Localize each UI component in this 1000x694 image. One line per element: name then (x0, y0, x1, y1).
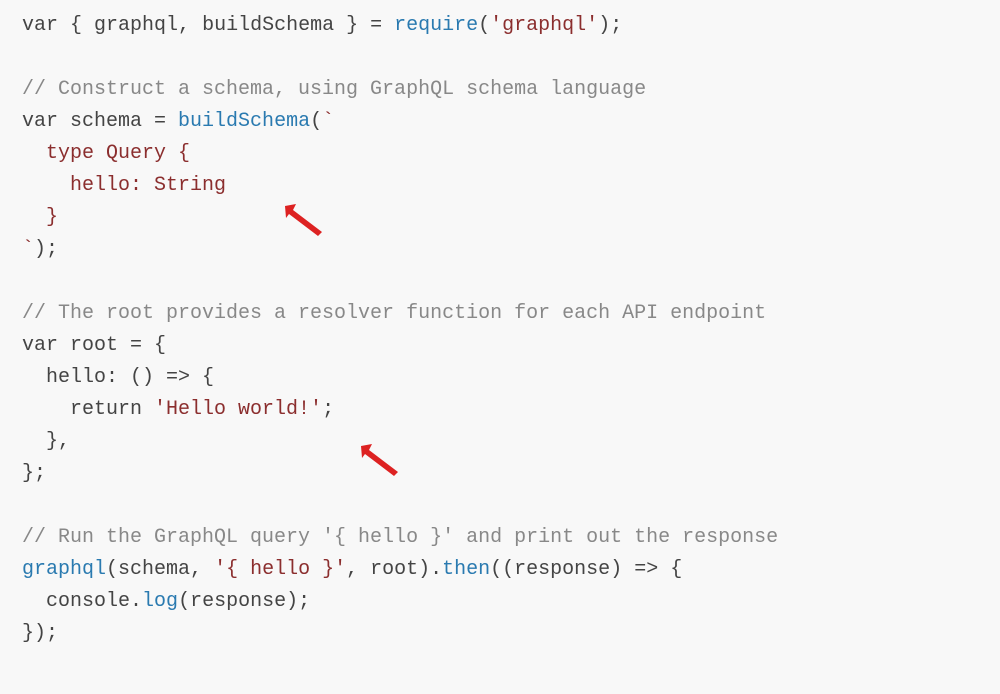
ident-response: response (190, 590, 286, 613)
graphql-close: } (22, 206, 58, 229)
comma: , (190, 558, 214, 581)
ident-graphql: graphql (94, 14, 178, 37)
func-graphql: graphql (22, 558, 106, 581)
equals: = (154, 110, 178, 133)
equals-brace: = { (130, 334, 166, 357)
graphql-field-hello: hello: String (22, 174, 226, 197)
paren: ); (286, 590, 310, 613)
ident-response: response (514, 558, 610, 581)
code-snippet: var { graphql, buildSchema } = require('… (22, 10, 978, 650)
close-brace: }); (22, 622, 58, 645)
ident-root: root (370, 558, 418, 581)
keyword-var: var (22, 14, 58, 37)
close-brace: }, (22, 430, 70, 453)
equals: = (370, 14, 394, 37)
paren: ( (310, 110, 322, 133)
comma: , (178, 14, 202, 37)
paren-dot: ). (418, 558, 442, 581)
arrow-fn: => (166, 366, 190, 389)
comma: , (346, 558, 370, 581)
ident-console: console (22, 590, 130, 613)
string-query: '{ hello }' (214, 558, 346, 581)
func-log: log (142, 590, 178, 613)
close-brace: }; (22, 462, 46, 485)
template-tick: ` (22, 238, 34, 261)
ident-schema: schema (58, 110, 154, 133)
brace: { (658, 558, 682, 581)
ident-buildschema: buildSchema (202, 14, 334, 37)
string-hello-world: 'Hello world!' (154, 398, 322, 421)
semicolon: ; (322, 398, 334, 421)
graphql-type-query: type Query { (22, 142, 190, 165)
template-tick: ` (322, 110, 334, 133)
brace: { (190, 366, 214, 389)
keyword-var: var (22, 110, 58, 133)
brace: { (58, 14, 94, 37)
dot: . (130, 590, 142, 613)
func-then: then (442, 558, 490, 581)
keyword-var: var (22, 334, 58, 357)
string-graphql: 'graphql' (490, 14, 598, 37)
comment-run: // Run the GraphQL query '{ hello }' and… (22, 526, 778, 549)
ident-schema: schema (118, 558, 190, 581)
paren: (( (490, 558, 514, 581)
comment-root: // The root provides a resolver function… (22, 302, 766, 325)
paren: ); (598, 14, 622, 37)
ident-root: root (58, 334, 130, 357)
colon-parens: : () (106, 366, 166, 389)
ident-hello: hello (22, 366, 106, 389)
paren: ) (610, 558, 634, 581)
paren: ( (106, 558, 118, 581)
paren: ); (34, 238, 58, 261)
func-require: require (394, 14, 478, 37)
arrow-fn: => (634, 558, 658, 581)
keyword-return: return (22, 398, 154, 421)
func-buildschema: buildSchema (178, 110, 310, 133)
brace: } (334, 14, 370, 37)
paren: ( (478, 14, 490, 37)
comment-schema: // Construct a schema, using GraphQL sch… (22, 78, 646, 101)
paren: ( (178, 590, 190, 613)
